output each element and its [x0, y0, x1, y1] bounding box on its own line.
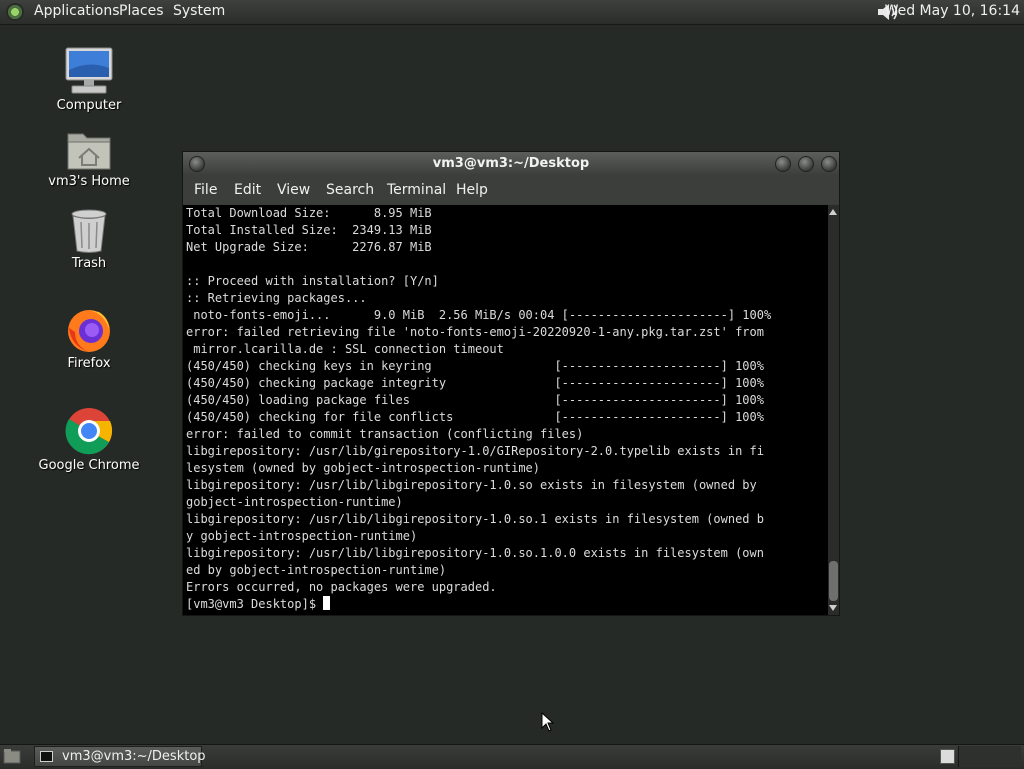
- desktop-icon-computer[interactable]: Computer: [34, 46, 144, 113]
- distro-logo-icon[interactable]: [6, 3, 24, 21]
- desktop-icon-firefox[interactable]: Firefox: [34, 306, 144, 371]
- terminal-menubar: File Edit View Search Terminal Help: [183, 176, 839, 204]
- terminal-line: libgirepository: /usr/lib/girepository-1…: [186, 444, 764, 458]
- workspace-switcher-2[interactable]: [958, 746, 1021, 767]
- terminal-line: libgirepository: /usr/lib/libgirepositor…: [186, 478, 757, 492]
- terminal-line: y gobject-introspection-runtime): [186, 529, 418, 543]
- chrome-icon: [65, 408, 113, 455]
- terminal-line: Total Installed Size: 2349.13 MiB: [186, 223, 432, 237]
- desktop-icon-label: Firefox: [67, 356, 111, 371]
- shell-prompt: [vm3@vm3 Desktop]$: [186, 597, 324, 611]
- terminal-line: libgirepository: /usr/lib/libgirepositor…: [186, 512, 764, 526]
- places-menu[interactable]: Places: [119, 0, 164, 24]
- menu-edit[interactable]: Edit: [234, 176, 261, 204]
- mouse-pointer-icon: [541, 712, 555, 732]
- terminal-icon: [40, 751, 53, 762]
- terminal-line: :: Proceed with installation? [Y/n]: [186, 274, 439, 288]
- taskbar-button-label: vm3@vm3:~/Desktop: [62, 749, 206, 764]
- terminal-scrollbar[interactable]: [828, 205, 839, 615]
- scroll-thumb[interactable]: [829, 561, 838, 601]
- menu-file[interactable]: File: [194, 176, 217, 204]
- bottom-panel: vm3@vm3:~/Desktop: [0, 744, 1024, 769]
- terminal-text: Total Download Size: 8.95 MiB Total Insta…: [186, 205, 771, 613]
- desktop-icon-chrome[interactable]: Google Chrome: [34, 406, 144, 473]
- trash-icon: [71, 209, 107, 253]
- terminal-line: Total Download Size: 8.95 MiB: [186, 206, 432, 220]
- scroll-up-arrow-icon[interactable]: [829, 209, 837, 215]
- scroll-down-arrow-icon[interactable]: [829, 605, 837, 611]
- menu-help[interactable]: Help: [456, 176, 488, 204]
- workspace-switcher-1[interactable]: [940, 749, 955, 764]
- maximize-icon[interactable]: [798, 156, 814, 172]
- terminal-line: ed by gobject-introspection-runtime): [186, 563, 447, 577]
- show-desktop-icon[interactable]: [3, 748, 21, 765]
- window-titlebar[interactable]: vm3@vm3:~/Desktop: [183, 152, 839, 176]
- computer-icon: [65, 47, 113, 94]
- terminal-line: (450/450) checking keys in keyring [----…: [186, 359, 764, 373]
- desktop-icon-label: Google Chrome: [38, 458, 140, 473]
- terminal-line: noto-fonts-emoji... 9.0 MiB 2.56 MiB/s 0…: [186, 308, 772, 322]
- terminal-line: libgirepository: /usr/lib/libgirepositor…: [186, 546, 764, 560]
- terminal-output[interactable]: Total Download Size: 8.95 MiB Total Insta…: [183, 205, 828, 615]
- terminal-line: error: failed to commit transaction (con…: [186, 427, 584, 441]
- terminal-line: lesystem (owned by gobject-introspection…: [186, 461, 541, 475]
- close-icon[interactable]: [821, 156, 837, 172]
- taskbar-button-terminal[interactable]: vm3@vm3:~/Desktop: [34, 746, 206, 767]
- terminal-line: (450/450) checking for file conflicts [-…: [186, 410, 764, 424]
- terminal-line: error: failed retrieving file 'noto-font…: [186, 325, 764, 339]
- system-menu[interactable]: System: [173, 0, 225, 24]
- desktop-icon-trash[interactable]: Trash: [34, 208, 144, 271]
- clock[interactable]: Wed May 10, 16:14: [885, 0, 1020, 22]
- terminal-window[interactable]: vm3@vm3:~/Desktop File Edit View Search …: [182, 151, 840, 616]
- home-folder-icon: [67, 133, 111, 170]
- terminal-line: Errors occurred, no packages were upgrad…: [186, 580, 497, 594]
- terminal-line: Net Upgrade Size: 2276.87 MiB: [186, 240, 432, 254]
- terminal-line: (450/450) checking package integrity [--…: [186, 376, 764, 390]
- top-panel: Applications Places System Wed May 10, 1…: [0, 0, 1024, 25]
- menu-view[interactable]: View: [277, 176, 310, 204]
- menu-terminal[interactable]: Terminal: [387, 176, 446, 204]
- terminal-line: gobject-introspection-runtime): [186, 495, 403, 509]
- terminal-line: mirror.lcarilla.de : SSL connection time…: [186, 342, 504, 356]
- desktop-icon-label: vm3's Home: [48, 174, 130, 189]
- terminal-prompt-line: [vm3@vm3 Desktop]$: [186, 596, 771, 613]
- applications-menu[interactable]: Applications: [34, 0, 120, 24]
- desktop-icon-label: Trash: [71, 256, 107, 271]
- firefox-icon: [68, 310, 110, 352]
- text-cursor: [323, 596, 331, 610]
- window-title: vm3@vm3:~/Desktop: [432, 156, 590, 171]
- minimize-icon[interactable]: [775, 156, 791, 172]
- menu-search[interactable]: Search: [326, 176, 374, 204]
- terminal-line: :: Retrieving packages...: [186, 291, 367, 305]
- desktop-icon-home[interactable]: vm3's Home: [34, 128, 144, 189]
- desktop-icon-label: Computer: [56, 98, 122, 113]
- terminal-line: (450/450) loading package files [-------…: [186, 393, 764, 407]
